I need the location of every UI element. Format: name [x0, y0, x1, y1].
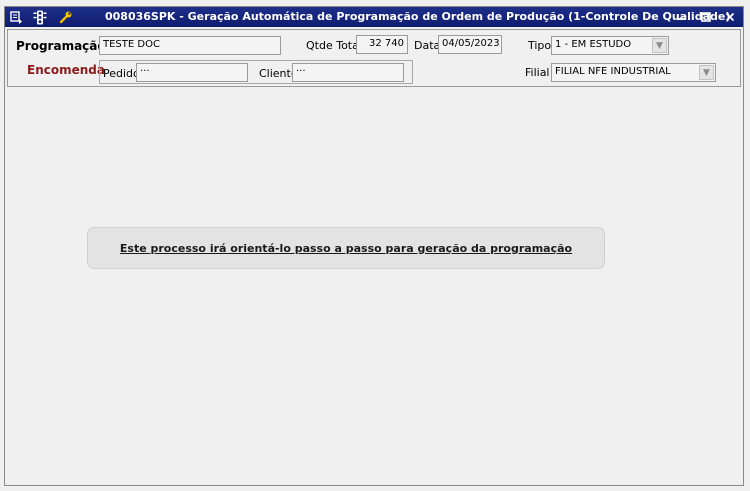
data-label: Data: [414, 39, 441, 52]
tipo-select[interactable]: 1 - EM ESTUDO ▼: [551, 36, 669, 55]
maximize-button[interactable]: [697, 8, 715, 26]
chevron-down-icon[interactable]: ▼: [652, 38, 667, 53]
pedido-field[interactable]: ···: [136, 63, 248, 82]
main-window: 008036SPK - Geração Automática de Progra…: [4, 6, 744, 486]
header-panel: Programação TESTE DOC Qtde Total 32 740 …: [7, 29, 741, 87]
title-bar[interactable]: 008036SPK - Geração Automática de Progra…: [5, 7, 743, 27]
info-panel: Este processo irá orientá-lo passo a pas…: [87, 227, 605, 269]
filial-label: Filial: [525, 66, 550, 79]
qtde-total-field[interactable]: 32 740: [356, 35, 408, 54]
minimize-button[interactable]: [673, 8, 691, 26]
wrench-icon[interactable]: [58, 9, 74, 25]
cliente-field[interactable]: ···: [292, 63, 404, 82]
tipo-value: 1 - EM ESTUDO: [555, 39, 632, 50]
traffic-light-icon[interactable]: [32, 9, 48, 25]
programacao-field[interactable]: TESTE DOC: [99, 36, 281, 55]
close-button[interactable]: [721, 8, 739, 26]
start-process-link[interactable]: Este processo irá orientá-lo passo a pas…: [120, 242, 572, 255]
programacao-label: Programação: [16, 39, 106, 53]
menu-icon[interactable]: [8, 9, 24, 25]
window-title: 008036SPK - Geração Automática de Progra…: [105, 10, 731, 23]
filial-value: FILIAL NFE INDUSTRIAL: [555, 66, 671, 77]
qtde-total-label: Qtde Total: [306, 39, 362, 52]
encomenda-label: Encomenda: [27, 63, 105, 77]
data-field[interactable]: 04/05/2023: [438, 35, 502, 54]
pedido-label: Pedido: [103, 67, 140, 80]
filial-select[interactable]: FILIAL NFE INDUSTRIAL ▼: [551, 63, 716, 82]
tipo-label: Tipo: [528, 39, 552, 52]
chevron-down-icon[interactable]: ▼: [699, 65, 714, 80]
